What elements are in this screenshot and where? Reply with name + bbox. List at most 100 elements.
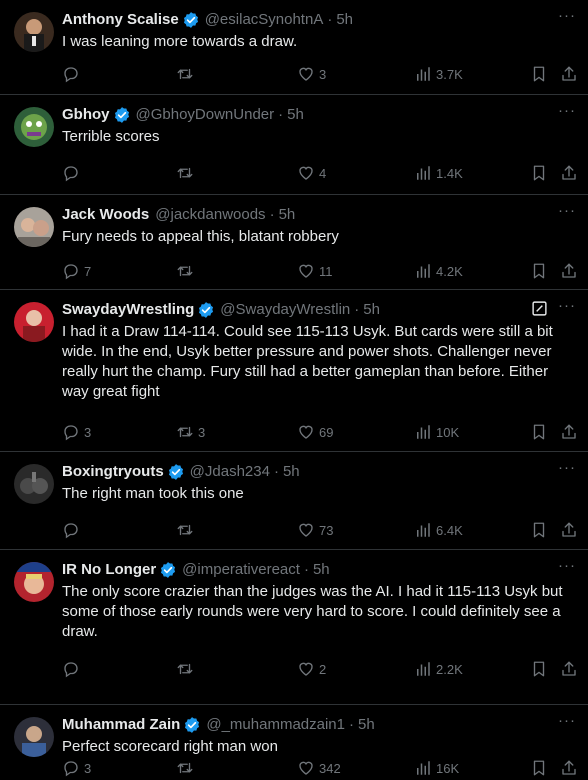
timestamp[interactable]: 5h [358,715,375,735]
retweet-button[interactable]: 3 [176,422,205,442]
like-button[interactable]: 342 [297,758,341,778]
like-button[interactable]: 69 [297,422,333,442]
reply-button[interactable]: 3 [62,422,91,442]
timestamp[interactable]: 5h [363,300,380,320]
display-name[interactable]: Boxingtryouts [62,462,164,482]
more-icon[interactable]: ··· [556,8,578,29]
bookmark-button[interactable] [530,64,548,84]
view-count: 4.2K [436,263,463,279]
reply-count: 3 [84,760,92,776]
reply-button[interactable] [62,64,80,84]
views-button[interactable]: 1.4K [414,163,463,183]
more-icon[interactable]: ··· [556,558,578,579]
views-icon [414,660,432,678]
reply-button[interactable] [62,659,80,679]
bookmark-button[interactable] [530,659,548,679]
bookmark-button[interactable] [530,163,548,183]
heart-icon [297,521,315,539]
user-handle[interactable]: @SwaydayWrestlin [220,300,350,320]
retweet-button[interactable] [176,64,194,84]
grok-icon[interactable] [531,300,548,317]
view-count: 2.2K [436,661,463,677]
share-icon [560,660,578,678]
views-button[interactable]: 2.2K [414,659,463,679]
like-button[interactable]: 73 [297,520,333,540]
bookmark-button[interactable] [530,422,548,442]
retweet-icon [176,521,194,539]
retweet-button[interactable] [176,163,194,183]
tweet[interactable]: Boxingtryouts @Jdash234 · 5h ··· The right ma… [0,452,588,550]
retweet-button[interactable] [176,758,194,778]
views-button[interactable]: 4.2K [414,261,463,281]
view-count: 16K [436,760,460,776]
reply-button[interactable]: 3 [62,758,91,778]
timestamp[interactable]: 5h [336,10,353,30]
display-name[interactable]: SwaydayWrestling [62,300,194,320]
user-handle[interactable]: @imperativereact [182,560,300,580]
tweet[interactable]: SwaydayWrestling @SwaydayWrestlin · 5h ··· I … [0,290,588,452]
user-handle[interactable]: @_muhammadzain1 [206,715,345,735]
like-button[interactable]: 3 [297,64,326,84]
display-name[interactable]: IR No Longer [62,560,156,580]
retweet-button[interactable] [176,261,194,281]
reply-button[interactable] [62,520,80,540]
bookmark-button[interactable] [530,520,548,540]
like-button[interactable]: 11 [297,261,333,281]
share-button[interactable] [560,64,578,84]
views-button[interactable]: 16K [414,758,459,778]
retweet-icon [176,65,194,83]
avatar[interactable] [14,107,54,147]
avatar[interactable] [14,464,54,504]
more-icon[interactable]: ··· [556,298,578,319]
avatar[interactable] [14,207,54,247]
display-name[interactable]: Anthony Scalise [62,10,179,30]
avatar[interactable] [14,717,54,757]
views-button[interactable]: 6.4K [414,520,463,540]
user-handle[interactable]: @jackdanwoods [155,205,265,225]
tweet[interactable]: Anthony Scalise @esilacSynohtnA · 5h ··· I wa… [0,0,588,95]
share-button[interactable] [560,758,578,778]
timestamp[interactable]: 5h [313,560,330,580]
timestamp[interactable]: 5h [287,105,304,125]
more-icon[interactable]: ··· [556,203,578,224]
tweet[interactable]: IR No Longer @imperativereact · 5h ··· The on… [0,550,588,705]
share-button[interactable] [560,520,578,540]
like-button[interactable]: 4 [297,163,326,183]
reply-button[interactable]: 7 [62,261,91,281]
bookmark-icon [530,759,548,777]
display-name[interactable]: Muhammad Zain [62,715,180,735]
tweet-text: Fury needs to appeal this, blatant robbe… [62,228,339,245]
bookmark-button[interactable] [530,261,548,281]
views-button[interactable]: 10K [414,422,459,442]
display-name[interactable]: Gbhoy [62,105,110,125]
timestamp[interactable]: 5h [279,205,296,225]
more-icon[interactable]: ··· [556,103,578,124]
tweet[interactable]: Gbhoy @GbhoyDownUnder · 5h ··· Terrible score… [0,95,588,195]
share-icon [560,262,578,280]
user-handle[interactable]: @Jdash234 [190,462,270,482]
tweet[interactable]: Muhammad Zain @_muhammadzain1 · 5h ··· Perfec… [0,705,588,780]
avatar[interactable] [14,302,54,342]
tweet-text: I was leaning more towards a draw. [62,33,298,50]
more-icon[interactable]: ··· [556,460,578,481]
retweet-button[interactable] [176,520,194,540]
like-count: 73 [319,522,334,538]
reply-button[interactable] [62,163,80,183]
more-icon[interactable]: ··· [556,713,578,734]
user-handle[interactable]: @GbhoyDownUnder [136,105,275,125]
tweet[interactable]: Jack Woods @jackdanwoods · 5h ··· Fury needs … [0,195,588,290]
bookmark-button[interactable] [530,758,548,778]
like-button[interactable]: 2 [297,659,326,679]
retweet-button[interactable] [176,659,194,679]
user-handle[interactable]: @esilacSynohtnA [205,10,324,30]
display-name[interactable]: Jack Woods [62,205,149,225]
share-button[interactable] [560,659,578,679]
timestamp[interactable]: 5h [283,462,300,482]
avatar[interactable] [14,12,54,52]
share-button[interactable] [560,261,578,281]
views-button[interactable]: 3.7K [414,64,463,84]
avatar[interactable] [14,562,54,602]
share-button[interactable] [560,422,578,442]
reply-icon [62,521,80,539]
share-button[interactable] [560,163,578,183]
